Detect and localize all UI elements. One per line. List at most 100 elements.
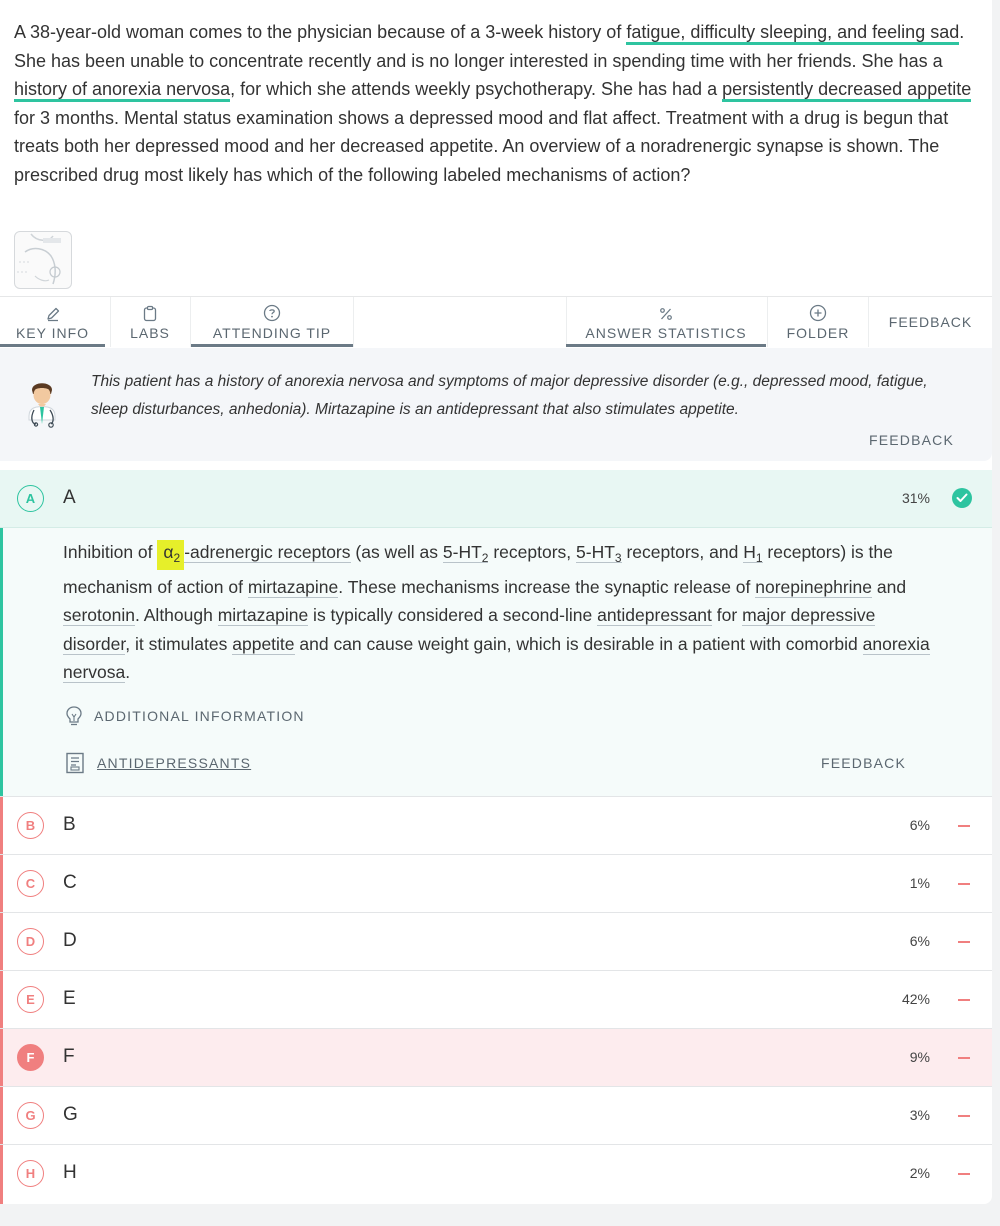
tab-answer-statistics[interactable]: ANSWER STATISTICS	[566, 297, 766, 347]
term-text: 5-HT	[576, 542, 615, 562]
article-link-label: ANTIDEPRESSANTS	[97, 755, 252, 771]
tip-feedback-button[interactable]: FEEDBACK	[869, 432, 954, 448]
alpha-symbol: α	[163, 542, 174, 562]
answer-percentage-a: 31%	[901, 490, 930, 506]
answer-option-e[interactable]: E E 42%	[0, 970, 992, 1028]
tab-feedback[interactable]: FEEDBACK	[869, 297, 992, 347]
incorrect-indicator-bar	[0, 797, 3, 854]
answer-badge-b: B	[17, 812, 44, 839]
answer-label-h: H	[63, 1162, 77, 1183]
answer-percentage-h: 2%	[909, 1165, 930, 1181]
tab-key-info[interactable]: KEY INFO	[0, 297, 105, 347]
answer-badge-f: F	[17, 1044, 44, 1071]
stem-text-1: A 38-year-old woman comes to the physici…	[14, 22, 627, 42]
incorrect-indicator-bar	[0, 913, 3, 970]
tab-key-info-label: KEY INFO	[15, 325, 90, 341]
explanation-text: and can cause weight gain, which is desi…	[294, 633, 863, 654]
explanation-text: , it stimulates	[125, 633, 233, 654]
stem-text-3: , for which she attends weekly psychothe…	[230, 79, 723, 99]
term-text: -adrenergic receptors	[184, 542, 351, 562]
question-stem: A 38-year-old woman comes to the physici…	[14, 18, 974, 189]
stem-highlight-symptoms[interactable]: fatigue, difficulty sleeping, and feelin…	[626, 22, 960, 45]
term-norepinephrine[interactable]: norepinephrine	[755, 576, 873, 598]
term-5ht2-receptors[interactable]: 5-HT2	[442, 542, 489, 565]
stem-highlight-appetite[interactable]: persistently decreased appetite	[722, 79, 972, 102]
answer-option-h[interactable]: H H 2%	[0, 1144, 992, 1204]
answer-percentage-f: 9%	[909, 1049, 930, 1065]
term-serotonin[interactable]: serotonin	[63, 605, 135, 626]
answer-option-d[interactable]: D D 6%	[0, 912, 992, 970]
term-5ht3-receptors[interactable]: 5-HT3	[576, 542, 622, 565]
answer-badge-e: E	[17, 986, 44, 1013]
incorrect-dash-icon	[958, 999, 970, 1001]
attending-tip-panel: This patient has a history of anorexia n…	[0, 348, 992, 461]
tab-answer-statistics-label: ANSWER STATISTICS	[585, 325, 747, 341]
answer-a-header[interactable]: A A 31%	[0, 470, 992, 528]
additional-information-label: ADDITIONAL INFORMATION	[94, 708, 305, 724]
answer-percentage-d: 6%	[909, 933, 930, 949]
term-subscript: 3	[614, 551, 622, 565]
tab-labs[interactable]: LABS	[111, 297, 189, 347]
term-antidepressant[interactable]: antidepressant	[597, 605, 712, 626]
answer-option-g[interactable]: G G 3%	[0, 1086, 992, 1144]
question-circle-icon	[263, 304, 281, 322]
attending-tip-text: This patient has a history of anorexia n…	[91, 373, 928, 418]
incorrect-dash-icon	[958, 883, 970, 885]
user-highlight: α2	[157, 540, 185, 570]
answer-label-e: E	[63, 988, 76, 1009]
term-mirtazapine[interactable]: mirtazapine	[247, 576, 339, 598]
synapse-image-thumbnail[interactable]	[14, 231, 72, 289]
answer-percentage-g: 3%	[909, 1107, 930, 1123]
term-text: 5-HT	[442, 542, 482, 562]
answer-percentage-e: 42%	[901, 991, 930, 1007]
tab-attending-tip[interactable]: ATTENDING TIP	[191, 297, 353, 347]
article-link-antidepressants[interactable]: ANTIDEPRESSANTS	[65, 752, 251, 774]
answer-percentage-c: 1%	[909, 875, 930, 891]
article-icon	[66, 752, 84, 774]
term-appetite[interactable]: appetite	[232, 633, 295, 655]
answer-label-d: D	[63, 930, 77, 951]
explanation-text: for	[711, 605, 743, 625]
explanation-text: Inhibition of	[63, 542, 158, 562]
question-card: A 38-year-old woman comes to the physici…	[0, 0, 992, 1204]
clipboard-icon	[143, 305, 157, 322]
answer-badge-a: A	[17, 485, 44, 512]
add-circle-icon	[809, 304, 827, 322]
answer-a-feedback-button[interactable]: FEEDBACK	[821, 755, 906, 771]
explanation-text: . Although	[135, 605, 218, 625]
incorrect-dash-icon	[958, 825, 970, 827]
answer-option-f-selected[interactable]: F F 9%	[0, 1028, 992, 1086]
incorrect-dash-icon	[958, 1173, 970, 1175]
lightbulb-icon	[66, 706, 82, 726]
tab-feedback-label: FEEDBACK	[888, 314, 973, 330]
answer-percentage-b: 6%	[909, 817, 930, 833]
explanation-text: (as well as	[350, 542, 443, 562]
answer-label-g: G	[63, 1104, 78, 1125]
tab-folder-label: FOLDER	[786, 325, 850, 341]
question-toolbar: KEY INFO LABS ATTENDING TIP ANSWER STATI…	[0, 296, 992, 348]
tab-folder[interactable]: FOLDER	[768, 297, 868, 347]
doctor-avatar-icon	[24, 378, 60, 435]
term-alpha2-adrenergic[interactable]: α2 -adrenergic receptors	[157, 540, 351, 570]
answer-option-b[interactable]: B B 6%	[0, 796, 992, 854]
term-mirtazapine[interactable]: mirtazapine	[217, 605, 309, 626]
explanation-text: is typically considered a second-line	[308, 605, 598, 625]
percent-icon	[660, 308, 672, 320]
answer-label-b: B	[63, 814, 76, 835]
incorrect-indicator-bar	[0, 1145, 3, 1204]
term-h1-receptors[interactable]: H1	[743, 542, 763, 565]
incorrect-indicator-bar	[0, 855, 3, 912]
answer-option-c[interactable]: C C 1%	[0, 854, 992, 912]
answer-badge-g: G	[17, 1102, 44, 1129]
correct-check-icon	[952, 488, 972, 508]
explanation-text: .	[125, 662, 131, 682]
toolbar-divider	[353, 297, 354, 347]
stem-highlight-history[interactable]: history of anorexia nervosa	[14, 79, 231, 102]
tab-labs-label: LABS	[130, 325, 170, 341]
term-text: H	[743, 542, 756, 562]
answer-option-a[interactable]: A A 31% Inhibition of α2 -adrenergic rece…	[0, 470, 992, 796]
pencil-icon	[46, 307, 59, 322]
explanation-text: . These mechanisms increase the synaptic…	[338, 576, 756, 597]
explanation-text: receptors,	[488, 542, 577, 562]
additional-information-toggle[interactable]: ADDITIONAL INFORMATION	[65, 705, 305, 727]
